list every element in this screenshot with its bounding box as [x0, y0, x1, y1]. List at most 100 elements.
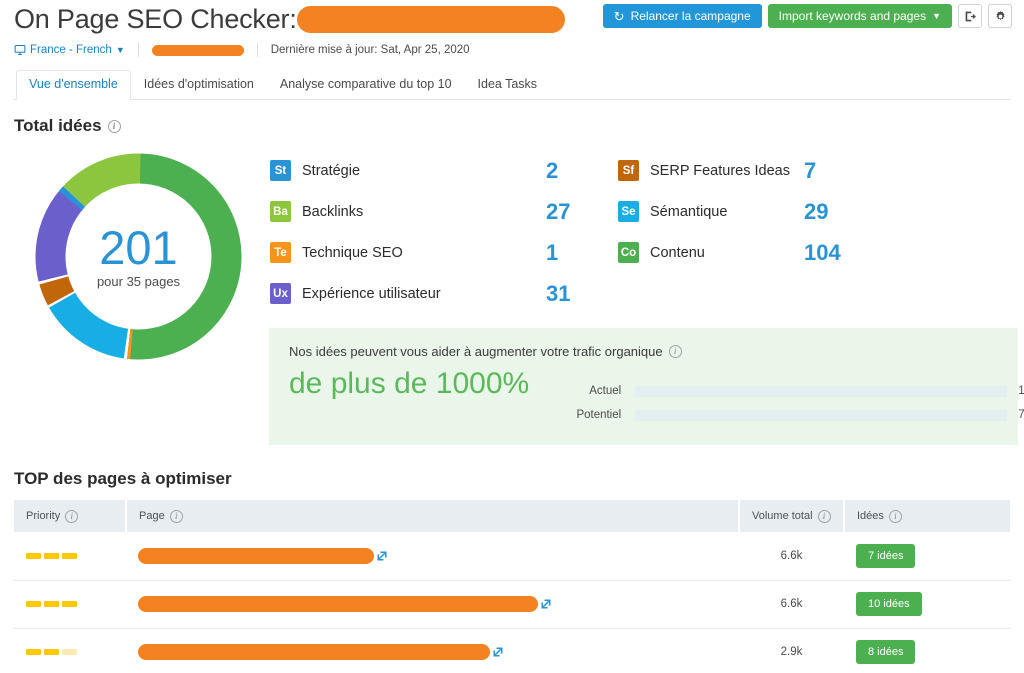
- settings-button[interactable]: [988, 4, 1012, 28]
- category-value-experience-utilisateur: 31: [532, 283, 618, 305]
- priority-dash: [44, 601, 59, 607]
- category-value-semantique: 29: [790, 201, 864, 223]
- table-row[interactable]: 6.6k 10 idées: [14, 580, 1010, 628]
- categories-column-right: Sf SERP Features Ideas 7 Se Sémantique 2…: [618, 150, 864, 314]
- category-row-contenu[interactable]: Co Contenu 104: [618, 232, 864, 273]
- export-button[interactable]: [958, 4, 982, 28]
- traffic-bar-label-potentiel: Potentiel: [543, 409, 635, 421]
- badge-serp-features-icon: Sf: [618, 160, 639, 181]
- traffic-question: Nos idées peuvent vous aider à augmenter…: [289, 344, 1000, 359]
- category-row-semantique[interactable]: Se Sémantique 29: [618, 191, 864, 232]
- category-value-backlinks: 27: [532, 201, 618, 223]
- column-header-volume-total[interactable]: Volume total i: [739, 500, 844, 532]
- top-pages-title: TOP des pages à optimiser: [14, 469, 232, 489]
- ideas-badge[interactable]: 8 idées: [856, 640, 915, 664]
- priority-indicator: [26, 553, 114, 559]
- redacted-domain: [152, 45, 244, 56]
- gear-icon: [994, 10, 1007, 23]
- external-link-icon[interactable]: [540, 598, 552, 610]
- last-update-label: Dernière mise à jour: Sat, Apr 25, 2020: [271, 44, 470, 56]
- traffic-potential-panel: Nos idées peuvent vous aider à augmenter…: [269, 328, 1018, 445]
- redacted-page-url[interactable]: [138, 548, 374, 564]
- column-header-idees[interactable]: Idées i: [844, 500, 1010, 532]
- category-row-backlinks[interactable]: Ba Backlinks 27: [270, 191, 618, 232]
- info-icon[interactable]: i: [65, 510, 78, 523]
- priority-dash: [62, 553, 77, 559]
- cell-volume-total: 2.9k: [739, 628, 844, 673]
- category-value-contenu: 104: [790, 242, 864, 264]
- info-icon[interactable]: i: [108, 120, 121, 133]
- top-pages-table: Priority i Page i Volume total i: [14, 500, 1010, 673]
- column-header-priority[interactable]: Priority i: [14, 500, 126, 532]
- info-icon[interactable]: i: [669, 345, 682, 358]
- tab-idees-doptimisation[interactable]: Idées d'optimisation: [131, 70, 267, 100]
- total-ideas-title: Total idées: [14, 116, 102, 136]
- table-row[interactable]: 6.6k 7 idées: [14, 532, 1010, 580]
- badge-backlinks-icon: Ba: [270, 201, 291, 222]
- badge-semantique-icon: Se: [618, 201, 639, 222]
- traffic-bars: Actuel 107 Potentiel: [543, 379, 1024, 427]
- location-selector[interactable]: France - French ▼: [14, 44, 125, 56]
- export-icon: [964, 10, 977, 23]
- category-label-backlinks: Backlinks: [302, 204, 363, 220]
- overview-section: 201 pour 35 pages St Stratégie 2: [14, 144, 1010, 445]
- divider: [257, 43, 258, 57]
- category-row-strategie[interactable]: St Stratégie 2: [270, 150, 618, 191]
- ideas-badge[interactable]: 10 idées: [856, 592, 922, 616]
- tab-idea-tasks[interactable]: Idea Tasks: [465, 70, 551, 100]
- redacted-page-url[interactable]: [138, 644, 490, 660]
- page-body: Total idées i: [0, 116, 1024, 673]
- tab-vue-densemble[interactable]: Vue d'ensemble: [16, 70, 131, 100]
- category-row-serp-features[interactable]: Sf SERP Features Ideas 7: [618, 150, 864, 191]
- top-pages-heading: TOP des pages à optimiser: [14, 469, 1010, 489]
- info-icon[interactable]: i: [818, 510, 831, 523]
- tab-analyse-comparative[interactable]: Analyse comparative du top 10: [267, 70, 465, 100]
- column-label-idees: Idées: [857, 510, 884, 522]
- ideas-badge[interactable]: 7 idées: [856, 544, 915, 568]
- priority-dash: [62, 649, 77, 655]
- priority-dash: [62, 601, 77, 607]
- column-header-page[interactable]: Page i: [126, 500, 739, 532]
- refresh-icon: ↻: [614, 10, 625, 23]
- redacted-page-url[interactable]: [138, 596, 538, 612]
- traffic-bar-label-actuel: Actuel: [543, 385, 635, 397]
- external-link-icon[interactable]: [492, 646, 504, 658]
- category-value-technique-seo: 1: [532, 242, 618, 264]
- info-icon[interactable]: i: [170, 510, 183, 523]
- traffic-question-label: Nos idées peuvent vous aider à augmenter…: [289, 344, 663, 359]
- traffic-bar-track-actuel: [635, 386, 1007, 397]
- import-keywords-button[interactable]: Import keywords and pages ▼: [768, 4, 952, 28]
- category-value-serp-features: 7: [790, 160, 864, 182]
- external-link-icon[interactable]: [376, 550, 388, 562]
- priority-dash: [44, 553, 59, 559]
- cell-page: [126, 580, 739, 628]
- tab-bar: Vue d'ensemble Idées d'optimisation Anal…: [14, 71, 1010, 100]
- volume-total-value: 6.6k: [751, 598, 832, 610]
- category-value-strategie: 2: [532, 160, 618, 182]
- priority-indicator: [26, 601, 114, 607]
- traffic-bar-track-potentiel: [635, 410, 1007, 421]
- category-label-serp-features: SERP Features Ideas: [650, 163, 790, 179]
- category-label-contenu: Contenu: [650, 245, 705, 261]
- category-label-semantique: Sémantique: [650, 204, 727, 220]
- sub-header: France - French ▼ Dernière mise à jour: …: [14, 39, 1010, 61]
- traffic-bar-actuel: Actuel 107: [543, 379, 1024, 403]
- chevron-down-icon: ▼: [116, 46, 125, 55]
- priority-dash: [26, 601, 41, 607]
- category-row-technique-seo[interactable]: Te Technique SEO 1: [270, 232, 618, 273]
- category-label-experience-utilisateur: Expérience utilisateur: [302, 286, 441, 302]
- header-actions: ↻ Relancer la campagne Import keywords a…: [603, 4, 1012, 28]
- table-body: 6.6k 7 idées: [14, 532, 1010, 673]
- cell-priority: [14, 628, 126, 673]
- priority-dash: [26, 553, 41, 559]
- category-row-experience-utilisateur[interactable]: Ux Expérience utilisateur 31: [270, 273, 618, 314]
- badge-technique-icon: Te: [270, 242, 291, 263]
- info-icon[interactable]: i: [889, 510, 902, 523]
- table-row[interactable]: 2.9k 8 idées: [14, 628, 1010, 673]
- cell-page: [126, 628, 739, 673]
- relaunch-campaign-button[interactable]: ↻ Relancer la campagne: [603, 4, 762, 28]
- categories-column-left: St Stratégie 2 Ba Backlinks 27 Te Techni…: [270, 150, 618, 314]
- monitor-icon: [14, 44, 26, 56]
- categories-grid: St Stratégie 2 Ba Backlinks 27 Te Techni…: [270, 150, 1018, 314]
- cell-priority: [14, 532, 126, 580]
